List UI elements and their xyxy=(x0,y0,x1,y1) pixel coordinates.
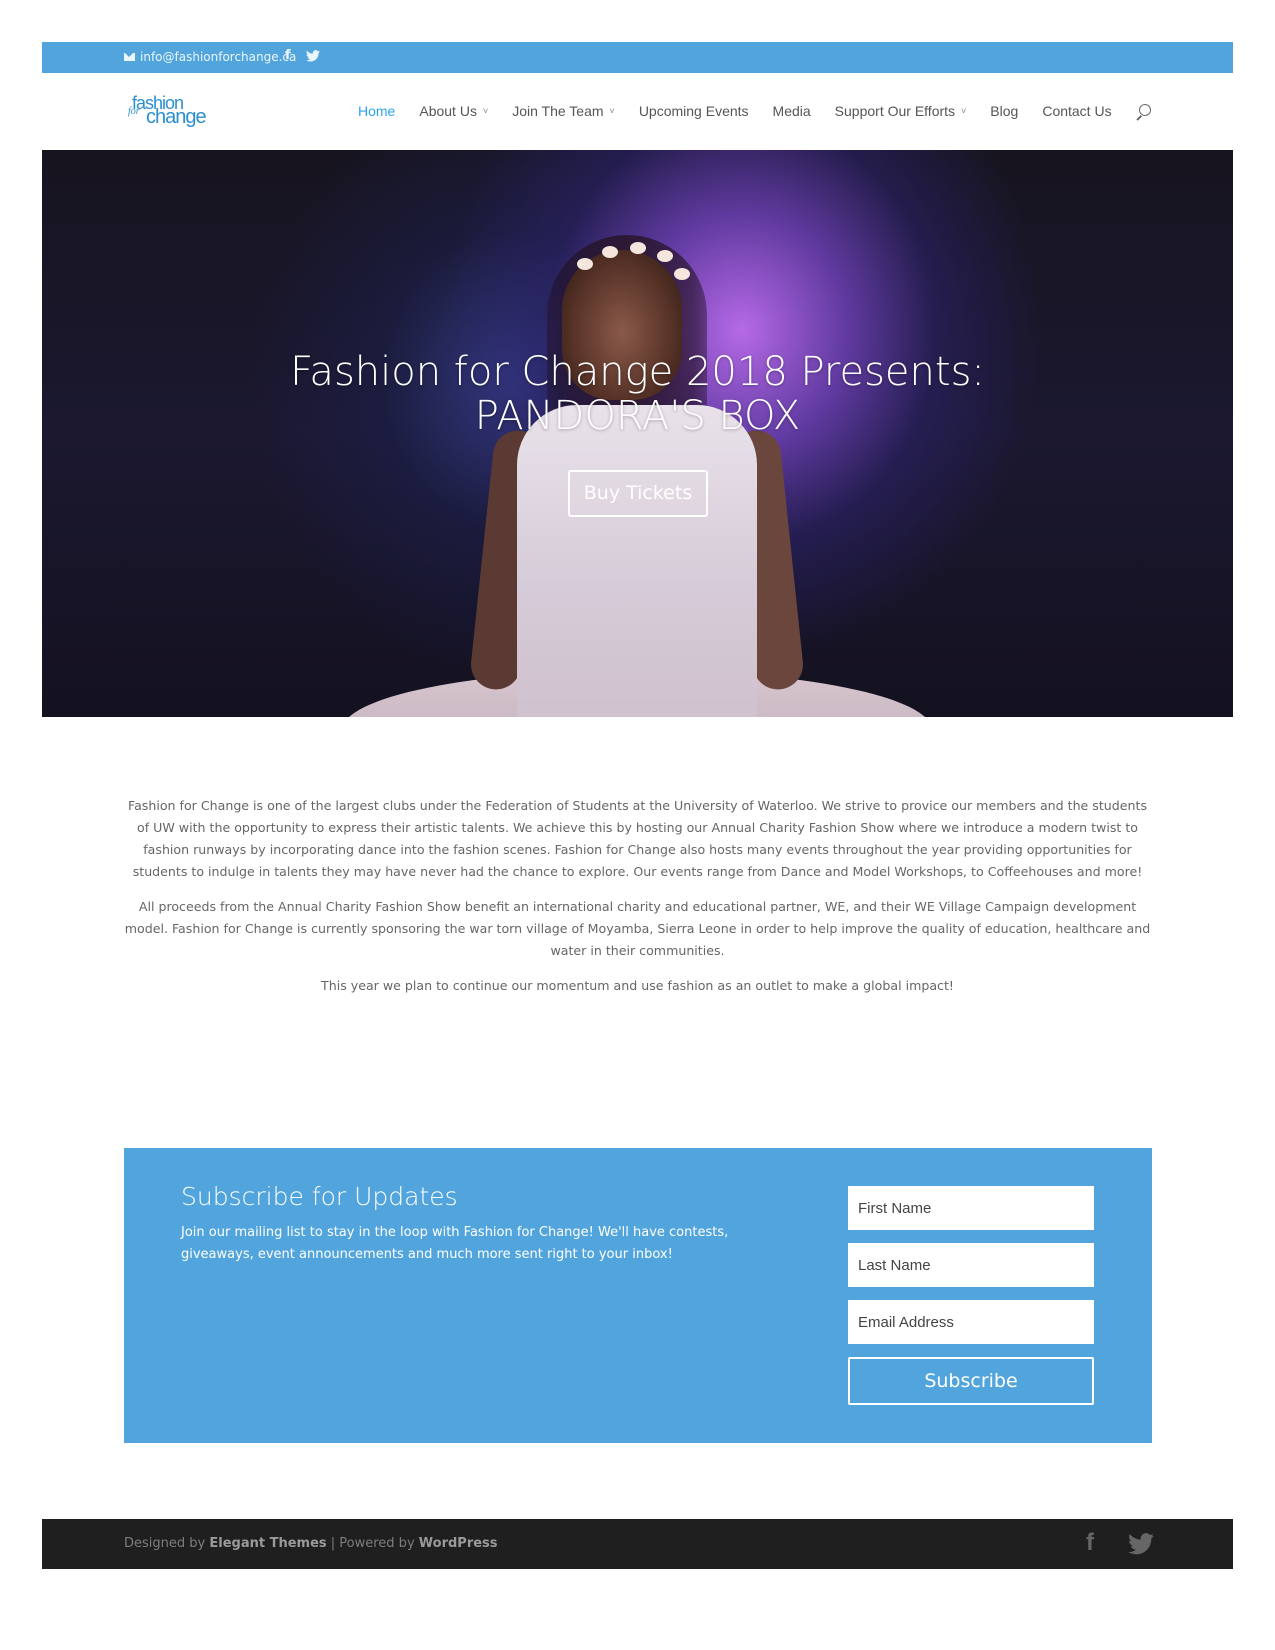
subscribe-description: Join our mailing list to stay in the loo… xyxy=(181,1225,729,1262)
buy-tickets-button[interactable]: Buy Tickets xyxy=(568,470,708,517)
last-name-field[interactable] xyxy=(848,1243,1094,1287)
chevron-down-icon: ˅ xyxy=(961,106,967,116)
about-paragraph: All proceeds from the Annual Charity Fas… xyxy=(124,899,1151,958)
hero-photo-dress xyxy=(517,405,757,717)
site-header: fashion for change Home About Us ˅ Join … xyxy=(42,73,1233,150)
flower-crown-icon xyxy=(674,268,690,280)
search-icon-handle xyxy=(1136,115,1142,121)
nav-item-contact-us[interactable]: Contact Us xyxy=(1042,103,1111,119)
chevron-down-icon: ˅ xyxy=(609,106,615,116)
hero-title: Fashion for Change 2018 Presents: PANDOR… xyxy=(42,350,1233,438)
flower-crown-icon xyxy=(657,250,673,262)
nav-item-label: Contact Us xyxy=(1042,103,1112,119)
flower-crown-icon xyxy=(630,242,646,254)
about-paragraph: This year we plan to continue our moment… xyxy=(321,978,954,993)
nav-item-about-us[interactable]: About Us ˅ xyxy=(419,103,488,119)
first-name-field[interactable] xyxy=(848,1186,1094,1230)
topbar-email-link[interactable]: info@fashionforchange.ca xyxy=(124,50,296,64)
main-nav: Home About Us ˅ Join The Team ˅ Upcoming… xyxy=(358,103,1136,119)
top-bar: info@fashionforchange.ca f xyxy=(42,42,1233,73)
footer-credit-separator: | Powered by xyxy=(326,1536,419,1551)
chevron-down-icon: ˅ xyxy=(482,106,489,116)
nav-item-label: Media xyxy=(772,103,811,119)
subscribe-button[interactable]: Subscribe xyxy=(848,1357,1094,1405)
nav-item-label: Support Our Efforts xyxy=(834,103,956,119)
about-section: Fashion for Change is one of the largest… xyxy=(120,795,1155,1010)
elegant-themes-link[interactable]: Elegant Themes xyxy=(209,1536,326,1551)
footer-credit: Designed by Elegant Themes | Powered by … xyxy=(124,1536,498,1551)
twitter-icon[interactable] xyxy=(306,50,320,62)
flower-crown-icon xyxy=(602,246,618,258)
topbar-email[interactable]: info@fashionforchange.ca xyxy=(140,50,296,64)
flower-crown-icon xyxy=(577,258,593,270)
nav-item-label: Blog xyxy=(990,103,1019,119)
mail-icon xyxy=(124,53,135,61)
facebook-icon[interactable]: f xyxy=(285,48,291,63)
nav-item-upcoming-events[interactable]: Upcoming Events xyxy=(639,103,749,119)
nav-item-home[interactable]: Home xyxy=(358,103,395,119)
footer-credit-prefix: Designed by xyxy=(124,1536,210,1551)
logo-text-for: for xyxy=(128,106,140,117)
nav-item-label: Upcoming Events xyxy=(638,103,749,119)
email-field[interactable] xyxy=(848,1300,1094,1344)
hero-banner: Fashion for Change 2018 Presents: PANDOR… xyxy=(42,150,1233,717)
nav-item-label: About Us xyxy=(419,103,477,119)
logo-text-change: change xyxy=(146,106,207,128)
search-icon[interactable] xyxy=(1135,104,1151,122)
hero-title-line2: PANDORA'S BOX xyxy=(474,393,801,439)
nav-item-blog[interactable]: Blog xyxy=(990,103,1018,119)
wordpress-link[interactable]: WordPress xyxy=(419,1536,498,1551)
twitter-icon[interactable] xyxy=(1128,1533,1154,1555)
site-footer: Designed by Elegant Themes | Powered by … xyxy=(42,1519,1233,1569)
nav-item-media[interactable]: Media xyxy=(773,103,811,119)
subscribe-title: Subscribe for Updates xyxy=(181,1182,458,1211)
nav-item-join-the-team[interactable]: Join The Team ˅ xyxy=(512,103,615,119)
nav-item-label: Join The Team xyxy=(512,103,604,119)
search-icon-ring xyxy=(1139,104,1151,116)
facebook-icon[interactable]: f xyxy=(1086,1529,1094,1557)
nav-item-support-our-efforts[interactable]: Support Our Efforts ˅ xyxy=(835,103,967,119)
nav-item-label: Home xyxy=(358,103,396,119)
site-logo[interactable]: fashion for change xyxy=(128,93,218,131)
hero-title-line1: Fashion for Change 2018 Presents: xyxy=(290,349,985,395)
about-paragraph: Fashion for Change is one of the largest… xyxy=(127,798,1148,879)
subscribe-section: Subscribe for Updates Join our mailing l… xyxy=(124,1148,1152,1443)
